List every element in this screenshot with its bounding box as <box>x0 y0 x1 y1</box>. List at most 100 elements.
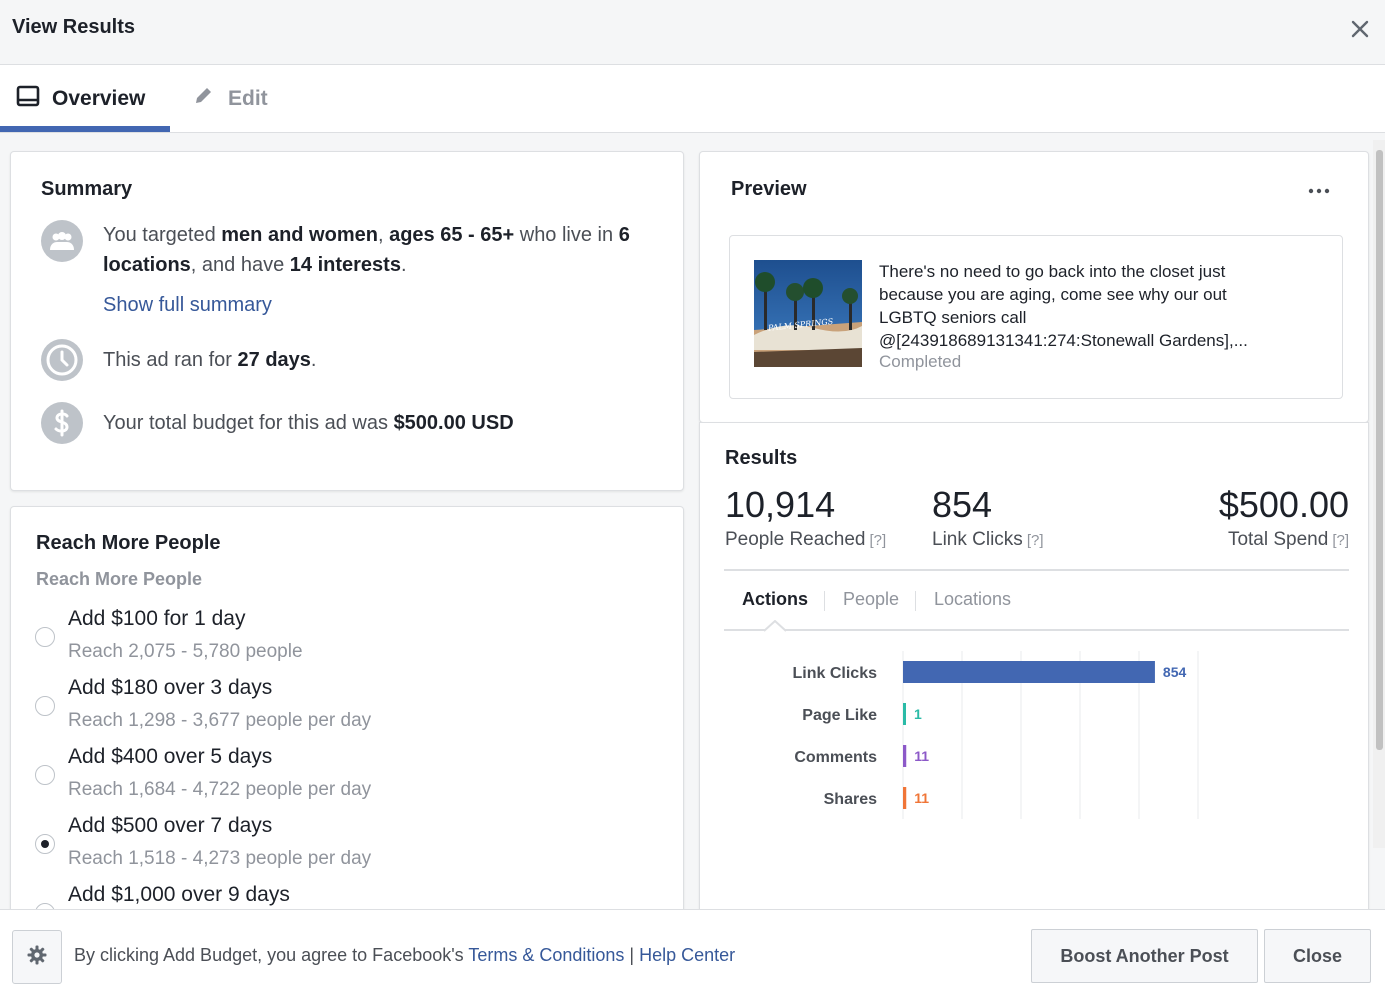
duration-text-1: This ad ran for <box>103 349 238 371</box>
dialog-header: View Results <box>0 0 1385 65</box>
budget-text: Your total budget for this ad was $500.0… <box>103 408 663 438</box>
subtab-separator <box>915 591 916 611</box>
tab-edit[interactable]: Edit <box>192 65 268 133</box>
people-icon <box>41 220 83 262</box>
preview-title: Preview <box>731 178 807 200</box>
metric-link-clicks: 854 Link Clicks [?] <box>932 483 1044 551</box>
metric-label: People Reached [?] <box>725 529 886 551</box>
budget-option-detail: Reach 1,518 - 4,273 people per day <box>68 848 372 869</box>
main-content: Summary You targeted men and women, ages… <box>0 133 1385 909</box>
subtab-people[interactable]: People <box>843 589 899 610</box>
metric-label: Link Clicks [?] <box>932 529 1044 551</box>
chart-value-label: 11 <box>914 790 929 806</box>
targeting-text-5: . <box>400 254 407 276</box>
metric-label-text: Total Spend <box>1227 529 1329 550</box>
chart-bar[interactable] <box>903 787 907 809</box>
post-line: There's no need to go back into the clos… <box>879 262 1226 281</box>
metric-value: 10,914 <box>725 484 836 525</box>
summary-title: Summary <box>41 178 133 200</box>
metric-label-text: People Reached <box>725 529 866 550</box>
preview-card: Preview PALM SPRINGS There's no need to … <box>699 151 1369 423</box>
radio-button-checked[interactable] <box>35 834 55 854</box>
subtab-separator <box>824 591 825 611</box>
gear-icon <box>27 945 47 970</box>
duration-row: This ad ran for 27 days. <box>41 339 663 381</box>
chart-value-label: 11 <box>914 748 929 764</box>
show-full-summary-link[interactable]: Show full summary <box>103 294 272 317</box>
post-line: @[243918689131341:274:Stonewall Gardens]… <box>879 331 1248 350</box>
dialog-footer: By clicking Add Budget, you agree to Fac… <box>0 909 1385 999</box>
clock-icon <box>41 339 83 381</box>
vertical-scrollbar[interactable] <box>1373 140 1385 848</box>
chart-bar[interactable] <box>903 745 907 767</box>
terms-notice: By clicking Add Budget, you agree to Fac… <box>74 945 735 966</box>
radio-button[interactable] <box>35 765 55 785</box>
reach-more-card: Reach More People Reach More People Add … <box>10 506 684 909</box>
close-button[interactable]: Close <box>1264 929 1371 983</box>
close-icon[interactable] <box>1349 14 1371 44</box>
chart-category-label: Link Clicks <box>793 665 878 682</box>
active-subtab-caret <box>764 620 786 632</box>
dollar-icon <box>41 402 83 444</box>
budget-option-label: Add $500 over 7 days <box>68 814 273 837</box>
help-tooltip-link[interactable]: [?] <box>1332 532 1349 549</box>
results-subtabs: Actions People Locations <box>724 583 1349 632</box>
radio-button[interactable] <box>35 627 55 647</box>
post-line: LGBTQ seniors call <box>879 308 1027 327</box>
targeting-text-2: , <box>377 224 390 246</box>
tab-overview-label: Overview <box>52 87 146 110</box>
tab-edit-label: Edit <box>228 87 268 110</box>
post-line: because you are aging, come see why our … <box>879 285 1227 304</box>
tablet-icon <box>16 85 52 113</box>
post-thumbnail: PALM SPRINGS <box>754 260 862 367</box>
targeting-text-4: , and have <box>190 254 290 276</box>
settings-button[interactable] <box>12 930 62 984</box>
budget-option-label: Add $1,000 over 9 days <box>68 883 290 906</box>
chart-category-label: Comments <box>794 749 877 766</box>
more-dots-icon[interactable] <box>1308 184 1330 196</box>
targeting-ages: ages 65 - 65+ <box>389 224 515 246</box>
budget-option-detail: Reach 1,298 - 3,677 people per day <box>68 710 372 731</box>
help-tooltip-link[interactable]: [?] <box>1027 532 1044 549</box>
budget-option-label: Add $400 over 5 days <box>68 745 273 768</box>
chart-value-label: 1 <box>914 706 922 722</box>
terms-link[interactable]: Terms & Conditions <box>468 945 624 965</box>
duration-text-2: . <box>310 349 317 371</box>
boost-another-post-button[interactable]: Boost Another Post <box>1031 929 1258 983</box>
budget-option-label: Add $100 for 1 day <box>68 607 246 630</box>
actions-bar-chart: Link Clicks 854 Page Like 1 Comments 11 Shares… <box>793 651 1199 819</box>
tab-overview[interactable]: Overview <box>16 65 145 133</box>
help-tooltip-link[interactable]: [?] <box>870 532 887 549</box>
chart-category-label: Page Like <box>802 707 877 724</box>
chart-category-label: Shares <box>824 791 877 808</box>
duration-days: 27 days <box>237 349 311 371</box>
pencil-icon <box>192 85 228 113</box>
results-card: Results 10,914 People Reached [?] 854 Lin… <box>699 422 1369 909</box>
metric-label-text: Link Clicks <box>932 529 1023 550</box>
chart-bar[interactable] <box>903 703 906 725</box>
summary-card: Summary You targeted men and women, ages… <box>10 151 684 491</box>
metric-value: $500.00 <box>1218 484 1349 525</box>
reach-subtitle: Reach More People <box>36 569 203 589</box>
footer-separator: | <box>624 945 640 965</box>
metric-value: 854 <box>932 484 993 525</box>
help-center-link[interactable]: Help Center <box>639 945 735 965</box>
active-tab-indicator <box>0 126 170 132</box>
metric-label: Total Spend [?] <box>1219 529 1349 551</box>
post-preview[interactable]: PALM SPRINGS There's no need to go back … <box>729 235 1343 399</box>
subtab-locations[interactable]: Locations <box>934 589 1011 610</box>
results-divider <box>724 569 1349 571</box>
dialog-title: View Results <box>12 16 136 38</box>
tab-bar: Overview Edit <box>0 65 1385 133</box>
results-title: Results <box>725 447 798 469</box>
post-message: There's no need to go back into the clos… <box>879 260 1299 352</box>
targeting-text: You targeted men and women, ages 65 - 65… <box>103 220 663 280</box>
metric-total-spend: $500.00 Total Spend [?] <box>1219 483 1349 551</box>
budget-option-detail: Reach 1,684 - 4,722 people per day <box>68 779 372 800</box>
radio-button[interactable] <box>35 696 55 716</box>
chart-bar[interactable] <box>903 661 1155 683</box>
subtab-actions[interactable]: Actions <box>742 589 808 610</box>
scrollbar-thumb[interactable] <box>1376 150 1383 750</box>
budget-option-detail: Reach 2,075 - 5,780 people <box>68 641 303 662</box>
targeting-row: You targeted men and women, ages 65 - 65… <box>41 220 663 280</box>
